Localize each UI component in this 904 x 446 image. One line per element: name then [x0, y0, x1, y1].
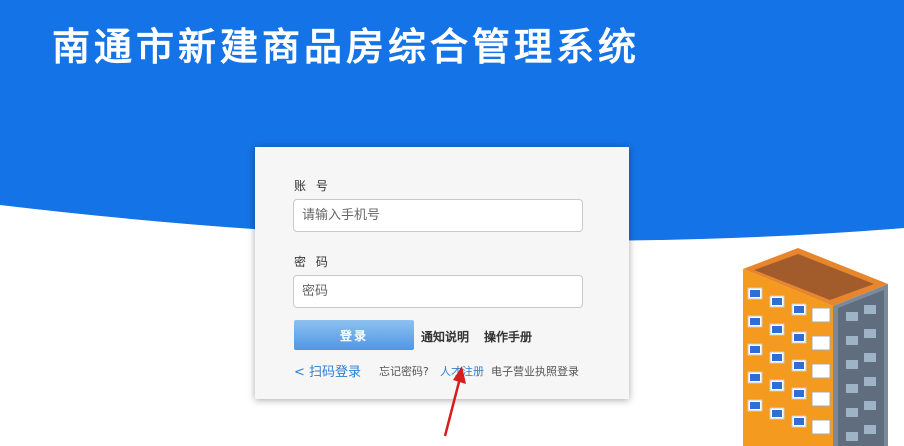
manual-link[interactable]: 操作手册 [484, 328, 532, 345]
forgot-password-link[interactable]: 忘记密码? [379, 363, 429, 379]
site-title: 南通市新建商品房综合管理系统 [52, 25, 641, 69]
qr-login-link[interactable]: < 扫码登录 [294, 361, 361, 380]
password-input[interactable] [293, 275, 583, 308]
building-illustration-icon [743, 248, 888, 446]
account-label: 账 号 [294, 179, 331, 193]
red-arrow-icon [443, 366, 466, 437]
password-label: 密 码 [294, 255, 331, 269]
account-input[interactable] [293, 199, 583, 232]
business-license-login-link[interactable]: 电子营业执照登录 [491, 363, 579, 379]
login-panel: 账 号 密 码 登录 通知说明 操作手册 < 扫码登录 忘记密码? 人才注册 电… [255, 147, 629, 399]
login-button[interactable]: 登录 [294, 320, 414, 350]
notice-link[interactable]: 通知说明 [421, 328, 469, 345]
